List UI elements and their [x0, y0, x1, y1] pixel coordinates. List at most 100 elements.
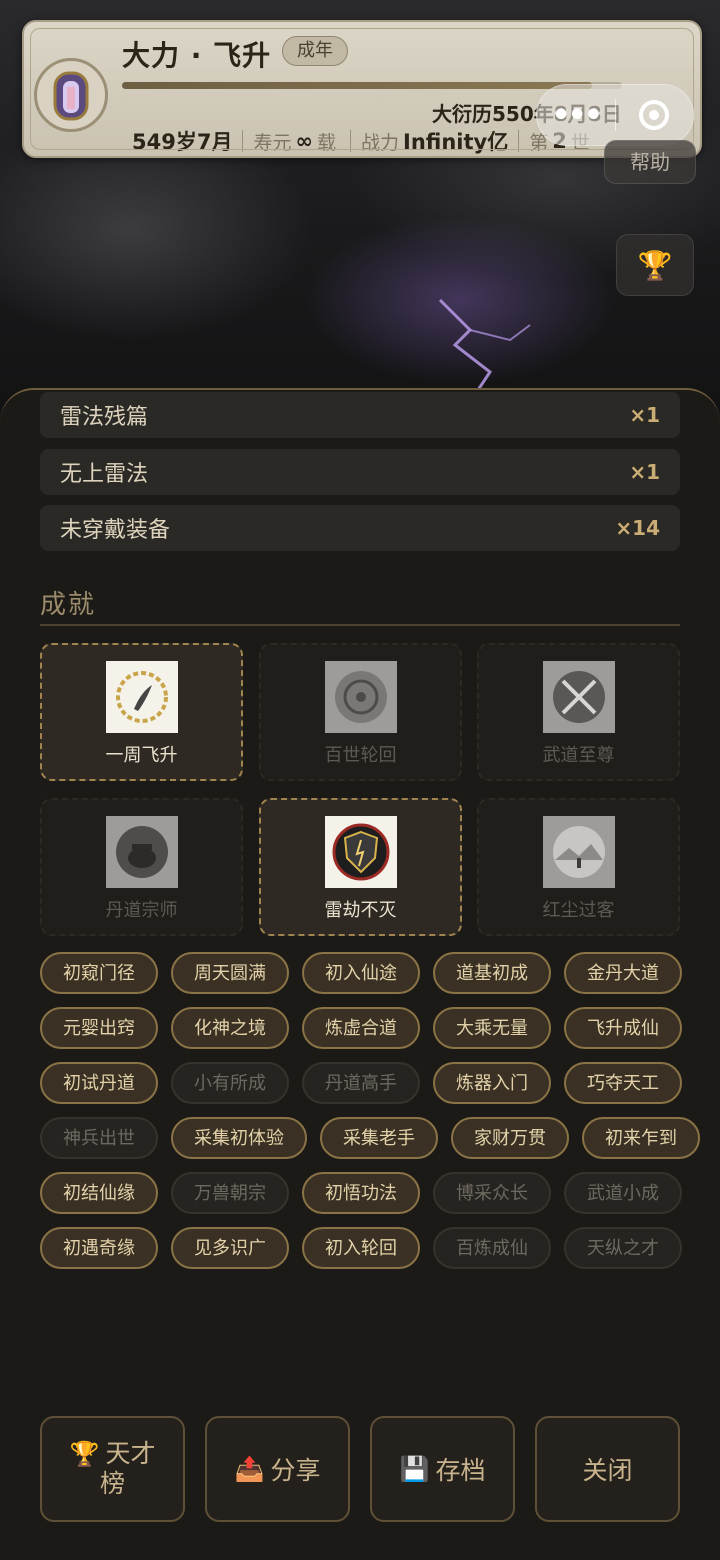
portal-icon	[53, 71, 89, 121]
item-name: 雷法残篇	[60, 405, 149, 430]
achievement-card[interactable]: 武道至尊	[477, 643, 680, 781]
achievement-tag[interactable]: 博采众长	[433, 1172, 551, 1214]
close-label: 关闭	[582, 1456, 633, 1485]
leaderboard-button[interactable]: 🏆 天才 榜	[40, 1416, 185, 1522]
leaderboard-label-line2: 榜	[99, 1469, 125, 1498]
inventory-panel: 雷法残篇 ×1 无上雷法 ×1 未穿戴装备 ×14 成就 一周飞升 百世轮回 武…	[0, 388, 720, 1560]
achievement-tag[interactable]: 初悟功法	[302, 1172, 420, 1214]
achievement-tag[interactable]: 初入仙途	[302, 952, 420, 994]
achievement-tag[interactable]: 见多识广	[171, 1227, 289, 1269]
target-icon	[639, 100, 670, 130]
achievement-card[interactable]: 雷劫不灭	[259, 798, 462, 936]
achievement-image	[324, 661, 397, 733]
achievement-name: 红尘过客	[542, 900, 615, 921]
achievement-tag[interactable]: 道基初成	[433, 952, 551, 994]
achievement-tag[interactable]: 初窥门径	[40, 952, 158, 994]
achievement-tag[interactable]: 武道小成	[564, 1172, 682, 1214]
inventory-item[interactable]: 未穿戴装备 ×14	[40, 505, 680, 551]
lifespan-unit: 载	[316, 131, 336, 154]
stage-badge: 成年	[282, 36, 348, 66]
power-value: Infinity亿	[403, 130, 509, 154]
achievement-tag[interactable]: 丹道高手	[302, 1062, 420, 1104]
achievement-tag[interactable]: 周天圆满	[171, 952, 289, 994]
share-button[interactable]: 📤 分享	[205, 1416, 350, 1522]
achievement-tags: 初窥门径 周天圆满 初入仙途 道基初成 金丹大道元婴出窍 化神之境 炼虚合道 大乘无量 飞升成仙…	[40, 952, 700, 1269]
achievement-image	[324, 816, 397, 888]
inventory-item[interactable]: 雷法残篇 ×1	[40, 392, 680, 438]
achievement-tag[interactable]: 神兵出世	[40, 1117, 158, 1159]
player-name: 大力 · 飞升	[122, 39, 272, 72]
trophy-icon: 🏆	[69, 1440, 100, 1468]
avatar[interactable]	[34, 58, 108, 132]
achievement-card[interactable]: 丹道宗师	[40, 798, 243, 936]
achievement-tag[interactable]: 采集初体验	[171, 1117, 307, 1159]
miniprogram-capsule: •••	[536, 84, 694, 146]
achievement-image	[542, 816, 615, 888]
item-count: ×14	[615, 516, 660, 540]
achievement-name: 武道至尊	[542, 745, 615, 766]
lifespan-label: 寿元	[253, 131, 292, 154]
achievement-tag[interactable]: 家财万贯	[451, 1117, 569, 1159]
section-divider	[40, 624, 680, 626]
achievement-tag[interactable]: 大乘无量	[433, 1007, 551, 1049]
achievement-tag[interactable]: 初遇奇缘	[40, 1227, 158, 1269]
achievement-name: 一周飞升	[105, 745, 178, 766]
achievement-image	[105, 816, 178, 888]
wheel-icon	[334, 671, 387, 723]
achievement-tag[interactable]: 初入轮回	[302, 1227, 420, 1269]
achievement-tag[interactable]: 初试丹道	[40, 1062, 158, 1104]
shield-icon	[332, 823, 389, 881]
item-name: 未穿戴装备	[60, 518, 171, 543]
achievements-title: 成就	[40, 590, 97, 620]
share-icon: 📤	[234, 1455, 265, 1483]
close-miniprogram-button[interactable]	[616, 98, 694, 132]
achievement-tag[interactable]: 百炼成仙	[433, 1227, 551, 1269]
save-label: 存档	[435, 1456, 486, 1485]
life-progress-bar	[122, 82, 622, 89]
save-icon: 💾	[399, 1455, 430, 1483]
achievement-card[interactable]: 红尘过客	[477, 798, 680, 936]
more-menu-button[interactable]: •••	[537, 98, 615, 133]
achievement-tag[interactable]: 金丹大道	[564, 952, 682, 994]
save-button[interactable]: 💾 存档	[370, 1416, 515, 1522]
achievement-name: 百世轮回	[324, 745, 397, 766]
achievement-tag[interactable]: 小有所成	[171, 1062, 289, 1104]
divider	[518, 130, 520, 152]
achievement-tag[interactable]: 初来乍到	[582, 1117, 700, 1159]
achievement-name: 雷劫不灭	[324, 900, 397, 921]
achievement-card[interactable]: 一周飞升	[40, 643, 243, 781]
achievement-image	[542, 661, 615, 733]
leaderboard-label-line1: 天才	[105, 1439, 156, 1468]
achievement-tag[interactable]: 初结仙缘	[40, 1172, 158, 1214]
laurel-icon	[115, 671, 168, 723]
achievement-tag[interactable]: 万兽朝宗	[171, 1172, 289, 1214]
cauldron-icon	[115, 826, 168, 878]
item-count: ×1	[629, 460, 660, 484]
achievement-tag[interactable]: 化神之境	[171, 1007, 289, 1049]
trophy-button[interactable]: 🏆	[616, 234, 694, 296]
achievement-name: 丹道宗师	[105, 900, 178, 921]
achievement-image	[105, 661, 178, 733]
achievement-tag[interactable]: 炼虚合道	[302, 1007, 420, 1049]
inventory-item[interactable]: 无上雷法 ×1	[40, 449, 680, 495]
close-button[interactable]: 关闭	[535, 1416, 680, 1522]
power-label: 战力	[360, 131, 399, 154]
trophy-icon: 🏆	[637, 248, 673, 282]
stats-row: 549岁7月 寿元 ∞ 载 战力 Infinity亿 第 2 世	[132, 126, 594, 156]
crossed-swords-icon	[552, 671, 605, 723]
item-name: 无上雷法	[60, 462, 149, 487]
achievement-tag[interactable]: 炼器入门	[433, 1062, 551, 1104]
achievement-card[interactable]: 百世轮回	[259, 643, 462, 781]
age-value: 549岁7月	[132, 130, 233, 154]
achievement-tag[interactable]: 天纵之才	[564, 1227, 682, 1269]
achievement-tag[interactable]: 采集老手	[320, 1117, 438, 1159]
wanderer-icon	[552, 826, 605, 878]
life-progress-fill	[122, 82, 592, 89]
achievement-tag[interactable]: 飞升成仙	[564, 1007, 682, 1049]
divider	[349, 130, 351, 152]
achievement-tag[interactable]: 巧夺天工	[564, 1062, 682, 1104]
achievement-tag[interactable]: 元婴出窍	[40, 1007, 158, 1049]
lifespan-value: ∞	[295, 129, 313, 153]
item-count: ×1	[629, 403, 660, 427]
help-button[interactable]: 帮助	[604, 140, 696, 184]
